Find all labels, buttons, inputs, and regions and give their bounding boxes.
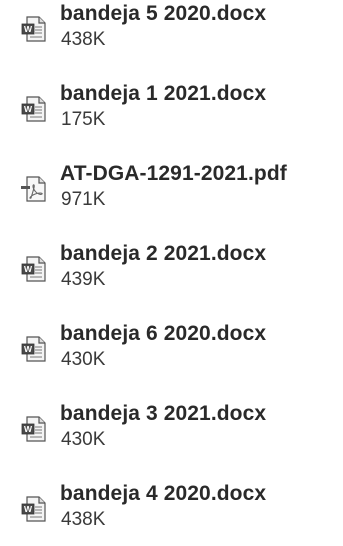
attachment-file-name[interactable]: AT-DGA-1291-2021.pdf <box>60 162 287 186</box>
attachment-list: bandeja 5 2020.docx 438K bandeja 1 2021.… <box>0 0 343 546</box>
attachment-item[interactable]: bandeja 3 2021.docx 430K <box>0 400 343 462</box>
attachment-file-name[interactable]: bandeja 1 2021.docx <box>60 82 266 106</box>
word-document-icon <box>20 414 48 444</box>
word-document-icon <box>20 254 48 284</box>
attachment-item[interactable]: bandeja 2 2021.docx 439K <box>0 240 343 302</box>
attachment-file-name[interactable]: bandeja 6 2020.docx <box>60 322 266 346</box>
attachment-item[interactable]: bandeja 6 2020.docx 430K <box>0 320 343 382</box>
attachment-item[interactable]: bandeja 1 2021.docx 175K <box>0 80 343 142</box>
attachment-item[interactable]: bandeja 4 2020.docx 438K <box>0 480 343 542</box>
pdf-document-icon <box>20 174 48 204</box>
attachment-file-name[interactable]: bandeja 3 2021.docx <box>60 402 266 426</box>
word-document-icon <box>20 94 48 124</box>
word-document-icon <box>20 14 48 44</box>
attachment-file-size: 430K <box>61 429 106 450</box>
attachment-file-name[interactable]: bandeja 2 2021.docx <box>60 242 266 266</box>
word-document-icon <box>20 494 48 524</box>
attachment-file-size: 439K <box>61 269 106 290</box>
attachment-file-size: 430K <box>61 349 106 370</box>
attachment-file-size: 438K <box>61 29 106 50</box>
attachment-file-size: 175K <box>61 109 106 130</box>
attachment-file-size: 971K <box>61 189 106 210</box>
attachment-file-name[interactable]: bandeja 5 2020.docx <box>60 2 266 26</box>
word-document-icon <box>20 334 48 364</box>
attachment-file-name[interactable]: bandeja 4 2020.docx <box>60 482 266 506</box>
attachment-item[interactable]: bandeja 5 2020.docx 438K <box>0 0 343 62</box>
attachment-item[interactable]: AT-DGA-1291-2021.pdf 971K <box>0 160 343 222</box>
attachment-file-size: 438K <box>61 509 106 530</box>
